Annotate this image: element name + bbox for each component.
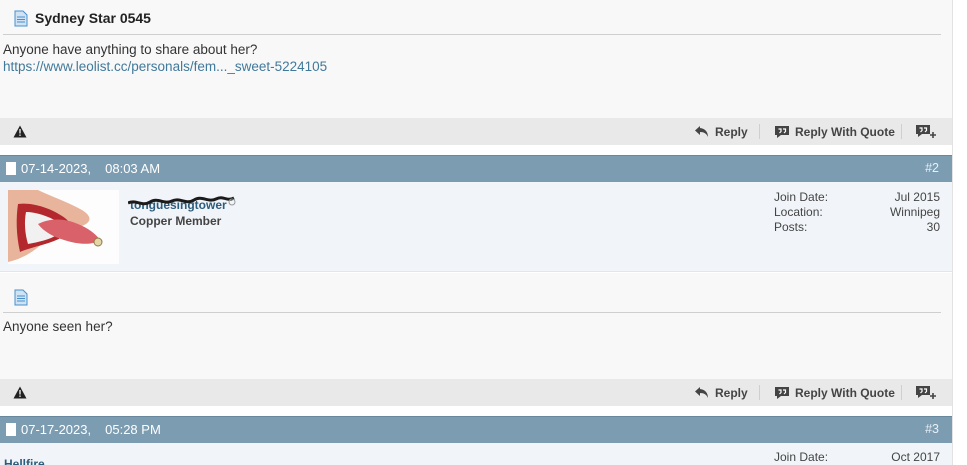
user-meta: Join Date: Oct 2017	[774, 450, 940, 465]
action-divider	[901, 385, 902, 400]
page-icon	[6, 423, 16, 436]
post-1-action-bar: Reply Reply With Quote	[0, 118, 952, 145]
post-title-row: Sydney Star 0545	[14, 8, 151, 28]
report-warning-icon[interactable]	[13, 386, 27, 399]
report-warning-icon[interactable]	[13, 125, 27, 138]
post-3-number-link[interactable]: #3	[925, 422, 939, 436]
reply-label: Reply	[715, 385, 748, 400]
reply-label: Reply	[715, 124, 748, 139]
join-date-value: Jul 2015	[894, 190, 940, 204]
post-2-number-link[interactable]: #2	[925, 161, 939, 175]
post-3-user-info: Hellfire Join Date: Oct 2017	[0, 443, 952, 465]
post-3-header-bar: 07-17-2023, 05:28 PM #3	[0, 416, 952, 443]
location-row: Location: Winnipeg	[774, 205, 940, 220]
post-3-date: 07-17-2023, 05:28 PM	[6, 422, 161, 437]
posts-row: Posts: 30	[774, 220, 940, 235]
post-message: Anyone seen her?	[3, 319, 113, 334]
multi-quote-button[interactable]	[915, 118, 942, 145]
post-2-date-text: 07-14-2023,	[21, 161, 92, 176]
reply-with-quote-button[interactable]: Reply With Quote	[774, 379, 895, 406]
multi-quote-icon	[916, 124, 936, 138]
action-divider	[759, 124, 760, 139]
post-2-header-bar: 07-14-2023, 08:03 AM #2	[0, 155, 952, 182]
user-meta: Join Date: Jul 2015 Location: Winnipeg P…	[774, 190, 940, 235]
posts-value: 30	[926, 220, 940, 234]
post-2-time-text: 08:03 AM	[105, 161, 161, 176]
page-scroll-edge	[952, 0, 967, 465]
location-label: Location:	[774, 205, 823, 219]
user-avatar[interactable]	[8, 190, 119, 264]
title-divider	[3, 34, 941, 35]
reply-button[interactable]: Reply	[694, 118, 748, 145]
join-date-row: Join Date: Jul 2015	[774, 190, 940, 205]
post-title: Sydney Star 0545	[35, 10, 151, 26]
join-date-row: Join Date: Oct 2017	[774, 450, 940, 465]
user-title: Copper Member	[130, 214, 222, 228]
document-icon	[14, 10, 28, 27]
multi-quote-icon	[916, 385, 936, 399]
posts-label: Posts:	[774, 220, 808, 234]
post-2-body: Anyone seen her?	[0, 273, 952, 379]
quote-bubble-icon	[775, 125, 789, 138]
post-2-date: 07-14-2023, 08:03 AM	[6, 161, 160, 176]
multi-quote-button[interactable]	[915, 379, 942, 406]
reply-with-quote-button[interactable]: Reply With Quote	[774, 118, 895, 145]
quote-bubble-icon	[775, 386, 789, 399]
action-divider	[759, 385, 760, 400]
action-divider	[901, 124, 902, 139]
join-date-label: Join Date:	[774, 450, 829, 464]
post-2-action-bar: Reply Reply With Quote	[0, 379, 952, 406]
post-2-user-info: tonguesingtower Copper Member Join Date:…	[0, 182, 952, 272]
post-3-time-text: 05:28 PM	[105, 422, 161, 437]
username-redaction-scribble	[128, 196, 236, 206]
page-icon	[6, 162, 16, 175]
reply-arrow-icon	[695, 386, 708, 398]
reply-button[interactable]: Reply	[694, 379, 748, 406]
post-link[interactable]: https://www.leolist.cc/personals/fem..._…	[3, 59, 327, 74]
location-value: Winnipeg	[889, 205, 940, 219]
join-date-value: Oct 2017	[891, 450, 940, 464]
reply-with-quote-label: Reply With Quote	[795, 385, 895, 400]
join-date-label: Join Date:	[774, 190, 829, 204]
post-message: Anyone have anything to share about her?	[3, 42, 258, 57]
document-icon	[14, 289, 28, 306]
reply-with-quote-label: Reply With Quote	[795, 124, 895, 139]
username-link[interactable]: Hellfire	[4, 457, 45, 465]
title-divider	[3, 312, 941, 313]
reply-arrow-icon	[695, 125, 708, 137]
post-3-date-text: 07-17-2023,	[21, 422, 92, 437]
